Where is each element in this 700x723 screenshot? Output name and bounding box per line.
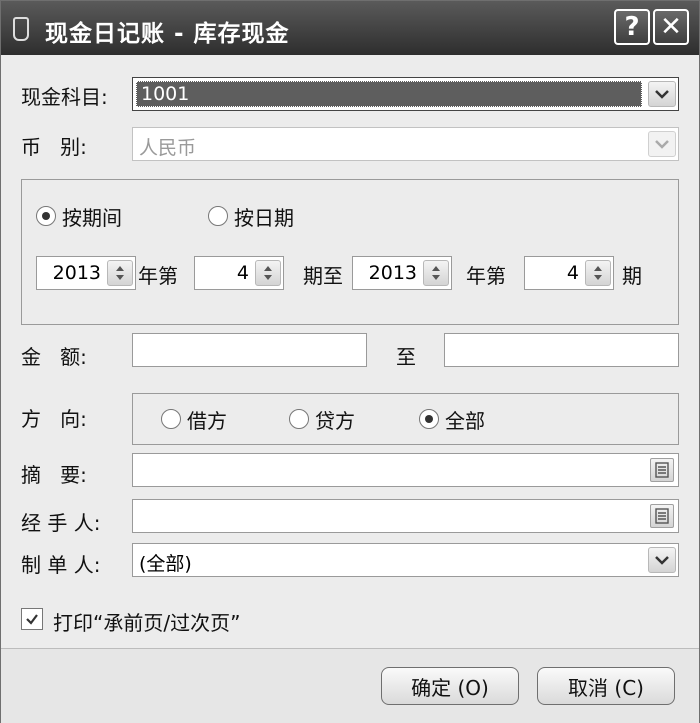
spin-icon[interactable] <box>107 260 133 286</box>
radio-unselected-icon <box>208 206 228 226</box>
currency-value: 人民币 <box>139 137 197 159</box>
radio-selected-icon <box>36 206 56 226</box>
period-group: 按期间 按日期 2013 年第 4 期至 2013 年第 4 期 <box>21 179 679 325</box>
to-period-value: 4 <box>566 262 579 284</box>
direction-group: 借方 贷方 全部 <box>132 393 679 445</box>
radio-debit-label: 借方 <box>187 408 227 433</box>
from-period-value: 4 <box>236 262 249 284</box>
maker-select[interactable]: (全部) <box>132 543 679 577</box>
summary-input[interactable] <box>132 453 679 487</box>
dialog-footer: 确定 (O) 取消 (C) <box>1 648 699 723</box>
from-year-value: 2013 <box>52 262 101 284</box>
print-option-checkbox[interactable] <box>21 608 43 630</box>
from-year-spinner[interactable]: 2013 <box>36 256 136 290</box>
radio-all-label: 全部 <box>445 408 485 433</box>
handler-label: 经 手 人: <box>21 511 101 535</box>
window-title: 现金日记账 - 库存现金 <box>45 21 290 47</box>
print-option-label: 打印“承前页/过次页” <box>53 611 241 635</box>
account-select[interactable]: 1001 <box>132 77 679 111</box>
close-button[interactable]: ✕ <box>653 9 689 45</box>
title-bar: 现金日记账 - 库存现金 ? ✕ <box>1 1 699 55</box>
amount-to-label: 至 <box>396 345 416 369</box>
dialog-window: 现金日记账 - 库存现金 ? ✕ 现金科目: 1001 币 别: 人民币 按期间… <box>0 0 700 723</box>
radio-by-period[interactable]: 按期间 <box>36 204 122 230</box>
ok-button[interactable]: 确定 (O) <box>381 667 519 705</box>
handler-input[interactable] <box>132 499 679 533</box>
to-year-spinner[interactable]: 2013 <box>352 256 452 290</box>
maker-value: (全部) <box>139 553 192 575</box>
currency-label: 币 别: <box>21 135 87 159</box>
radio-selected-icon <box>419 409 439 429</box>
account-label: 现金科目: <box>21 85 108 109</box>
chevron-down-icon[interactable] <box>648 131 676 157</box>
cancel-button[interactable]: 取消 (C) <box>537 667 675 705</box>
period-label: 期 <box>622 264 642 288</box>
chevron-down-icon[interactable] <box>648 81 676 107</box>
list-icon[interactable] <box>650 458 674 482</box>
year-label-2: 年第 <box>466 264 506 288</box>
ok-button-label: 确定 (O) <box>411 675 489 700</box>
radio-by-period-label: 按期间 <box>62 205 122 230</box>
maker-label: 制 单 人: <box>21 553 101 577</box>
to-year-value: 2013 <box>368 262 417 284</box>
spin-icon[interactable] <box>255 260 281 286</box>
spin-icon[interactable] <box>585 260 611 286</box>
list-icon[interactable] <box>650 504 674 528</box>
spin-icon[interactable] <box>423 260 449 286</box>
amount-from-input[interactable] <box>132 333 367 367</box>
year-label-1: 年第 <box>138 264 178 288</box>
help-button[interactable]: ? <box>614 9 650 45</box>
app-icon <box>13 17 29 41</box>
close-icon: ✕ <box>660 12 682 42</box>
account-selection-highlight <box>136 81 642 107</box>
radio-unselected-icon <box>161 409 181 429</box>
cancel-button-label: 取消 (C) <box>568 675 644 700</box>
radio-unselected-icon <box>289 409 309 429</box>
radio-by-date[interactable]: 按日期 <box>208 204 294 230</box>
help-icon: ? <box>624 12 640 42</box>
radio-by-date-label: 按日期 <box>234 205 294 230</box>
direction-label: 方 向: <box>21 407 87 431</box>
to-period-spinner[interactable]: 4 <box>524 256 614 290</box>
radio-debit[interactable]: 借方 <box>161 407 227 433</box>
chevron-down-icon[interactable] <box>648 547 676 573</box>
amount-to-input[interactable] <box>444 333 679 367</box>
summary-label: 摘 要: <box>21 463 87 487</box>
radio-all[interactable]: 全部 <box>419 407 485 433</box>
currency-select[interactable]: 人民币 <box>132 127 679 161</box>
radio-credit[interactable]: 贷方 <box>289 407 355 433</box>
account-value: 1001 <box>141 83 190 105</box>
checkmark-icon <box>26 614 38 625</box>
from-period-spinner[interactable]: 4 <box>194 256 284 290</box>
period-to-label: 期至 <box>303 264 343 288</box>
amount-label: 金 额: <box>21 345 87 369</box>
radio-credit-label: 贷方 <box>315 408 355 433</box>
